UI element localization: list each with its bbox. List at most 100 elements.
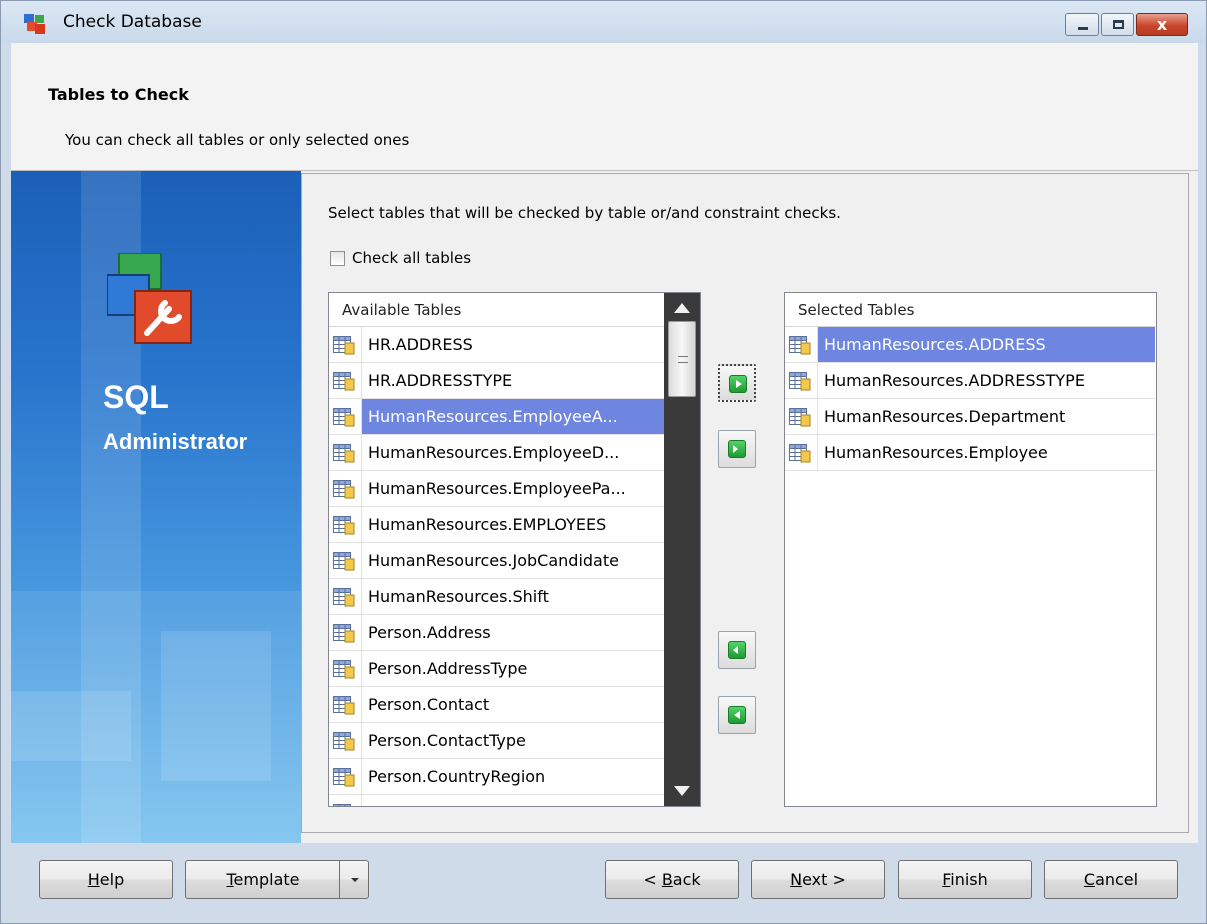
- remove-all-button[interactable]: [718, 631, 756, 669]
- check-all-checkbox[interactable]: [330, 251, 345, 266]
- table-name: HumanResources.EmployeeD...: [361, 435, 665, 470]
- next-label-mnemonic: N: [790, 870, 803, 889]
- template-dropdown-button[interactable]: [339, 860, 369, 899]
- back-label-pre: <: [643, 870, 662, 889]
- table-icon: [333, 336, 355, 355]
- table-icon: [333, 552, 355, 571]
- table-icon: [789, 408, 811, 427]
- title-bar[interactable]: Check Database x: [1, 1, 1206, 43]
- list-item[interactable]: Person.Address: [329, 615, 665, 651]
- table-name: HumanResources.ADDRESS: [817, 327, 1155, 362]
- table-name: Person.Contact: [361, 687, 665, 722]
- list-item[interactable]: HumanResources.EmployeeA...: [329, 399, 665, 435]
- template-button[interactable]: Template: [185, 860, 341, 899]
- table-icon: [333, 408, 355, 427]
- chevron-down-icon: [351, 878, 359, 882]
- list-item[interactable]: HumanResources.Employee: [785, 435, 1155, 471]
- back-label-mnemonic: B: [661, 870, 673, 889]
- available-tables-list[interactable]: Available Tables HR.ADDRESS HR.ADDRESSTYP…: [328, 292, 701, 807]
- template-label: emplate: [233, 870, 300, 889]
- table-icon: [333, 732, 355, 751]
- help-button[interactable]: Help: [39, 860, 173, 899]
- table-icon: [333, 516, 355, 535]
- finish-label: inish: [950, 870, 988, 889]
- help-label-mnemonic: H: [87, 870, 100, 889]
- table-name: HumanResources.Employee: [817, 435, 1155, 470]
- window-title: Check Database: [63, 12, 202, 32]
- table-name: HumanResources.EmployeeA...: [361, 399, 665, 434]
- remove-selected-button[interactable]: [718, 696, 756, 734]
- list-item[interactable]: Person.ContactType: [329, 723, 665, 759]
- banner-decoration: [11, 691, 131, 761]
- table-name: HumanResources.Department: [817, 399, 1155, 434]
- scroll-thumb[interactable]: [668, 321, 696, 397]
- minimize-button[interactable]: [1065, 13, 1099, 36]
- close-icon: x: [1156, 15, 1168, 34]
- list-item[interactable]: HumanResources.Department: [785, 399, 1155, 435]
- available-tables-header[interactable]: Available Tables: [329, 293, 700, 327]
- selected-tables-list[interactable]: Selected Tables HumanResources.ADDRESS Hu…: [784, 292, 1157, 807]
- table-name: HR.ADDRESSTYPE: [361, 363, 665, 398]
- close-button[interactable]: x: [1136, 13, 1188, 36]
- list-item[interactable]: Person.CountryRegion: [329, 759, 665, 795]
- scroll-down-arrow-icon[interactable]: [674, 786, 690, 796]
- cancel-label: ancel: [1095, 870, 1139, 889]
- table-icon: [333, 444, 355, 463]
- maximize-icon: [1113, 20, 1124, 29]
- available-tables-header-label: Available Tables: [342, 301, 462, 319]
- back-button[interactable]: < Back: [605, 860, 739, 899]
- list-item[interactable]: HR.ADDRESSTYPE: [329, 363, 665, 399]
- wizard-header: Tables to Check You can check all tables…: [11, 43, 1198, 171]
- table-icon: [333, 588, 355, 607]
- page-title: Tables to Check: [48, 85, 189, 104]
- selected-tables-rows: HumanResources.ADDRESS HumanResources.ADD…: [785, 327, 1155, 471]
- finish-button[interactable]: Finish: [898, 860, 1032, 899]
- list-item[interactable]: HumanResources.EmployeeD...: [329, 435, 665, 471]
- move-all-left-icon: [728, 641, 746, 659]
- table-icon: [333, 372, 355, 391]
- next-button[interactable]: Next >: [751, 860, 885, 899]
- available-tables-rows: HR.ADDRESS HR.ADDRESSTYPE HumanResources.E…: [329, 327, 665, 806]
- table-icon: [789, 372, 811, 391]
- table-name: Person.Address: [361, 615, 665, 650]
- content-panel: Select tables that will be checked by ta…: [301, 173, 1189, 833]
- table-icon: [333, 696, 355, 715]
- list-item[interactable]: HumanResources.ADDRESS: [785, 327, 1155, 363]
- next-label: ext >: [802, 870, 846, 889]
- table-name: Person.AddressType: [361, 651, 665, 686]
- move-left-icon: [728, 706, 746, 724]
- scroll-up-arrow-icon[interactable]: [674, 303, 690, 313]
- template-label-mnemonic: T: [226, 870, 234, 889]
- check-database-window: Check Database x Tables to Check You can…: [0, 0, 1207, 924]
- list-item[interactable]: Person.AddressType: [329, 651, 665, 687]
- table-name: HumanResources.EMPLOYEES: [361, 507, 665, 542]
- cancel-button[interactable]: Cancel: [1044, 860, 1178, 899]
- list-item[interactable]: HumanResources.ADDRESSTYPE: [785, 363, 1155, 399]
- list-item[interactable]: HumanResources.EMPLOYEES: [329, 507, 665, 543]
- product-name: SQL: [103, 379, 169, 415]
- add-selected-button[interactable]: [718, 364, 756, 402]
- table-name: Person.CountryRegion: [361, 759, 665, 794]
- table-icon: [333, 768, 355, 787]
- table-icon: [789, 444, 811, 463]
- available-tables-scrollbar[interactable]: [664, 293, 700, 806]
- selected-tables-header[interactable]: Selected Tables: [785, 293, 1156, 327]
- table-name: Person.ContactType: [361, 723, 665, 758]
- cancel-label-mnemonic: C: [1083, 870, 1096, 889]
- table-icon: [333, 624, 355, 643]
- wizard-sidebar-banner: SQL Administrator: [11, 171, 301, 843]
- table-icon: [333, 660, 355, 679]
- move-all-right-icon: [728, 440, 746, 458]
- table-icon: [789, 336, 811, 355]
- table-name: HR.ADDRESS: [361, 327, 665, 362]
- selected-tables-header-label: Selected Tables: [798, 301, 915, 319]
- maximize-button[interactable]: [1101, 13, 1134, 36]
- add-all-button[interactable]: [718, 430, 756, 468]
- banner-decoration: [161, 631, 271, 781]
- list-item[interactable]: Person.StateProvince: [329, 795, 665, 806]
- list-item[interactable]: HumanResources.JobCandidate: [329, 543, 665, 579]
- list-item[interactable]: Person.Contact: [329, 687, 665, 723]
- list-item[interactable]: HumanResources.Shift: [329, 579, 665, 615]
- list-item[interactable]: HumanResources.EmployeePa...: [329, 471, 665, 507]
- list-item[interactable]: HR.ADDRESS: [329, 327, 665, 363]
